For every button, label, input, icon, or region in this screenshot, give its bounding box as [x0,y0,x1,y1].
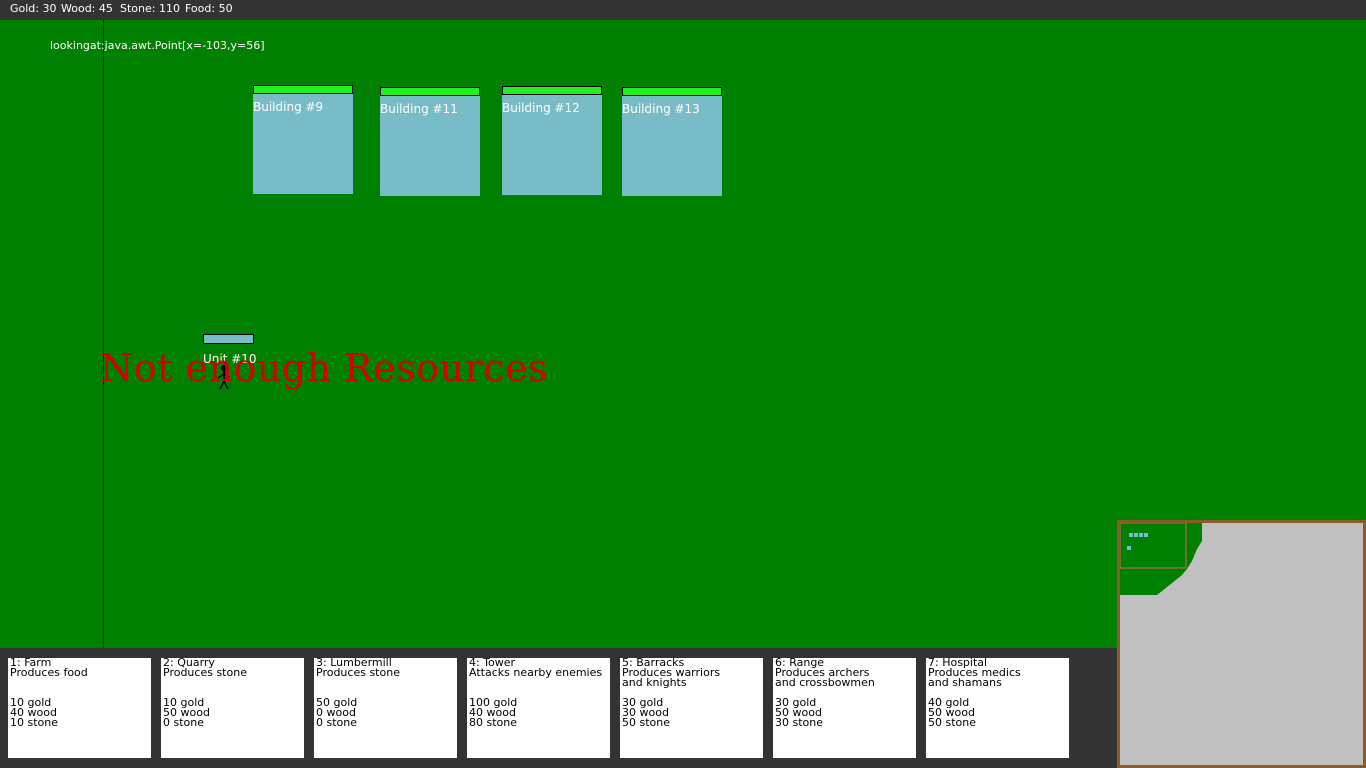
card-description-2: and knights [622,676,687,689]
building-health-bar [253,85,353,94]
building-health-bar [502,86,602,95]
card-stone-cost: 50 stone [622,716,671,729]
card-description: Produces stone [316,666,400,679]
resource-bar: Gold: 30 Wood: 45 Stone: 110 Food: 50 [0,0,1366,20]
build-card-farm[interactable]: 1: Farm Produces food 10 gold 40 wood 10… [8,657,151,758]
building-13[interactable]: Building #13 [622,87,722,196]
build-card-range[interactable]: 6: Range Produces archers and crossbowme… [773,657,916,758]
build-card-hospital[interactable]: 7: Hospital Produces medics and shamans … [926,657,1069,758]
card-stone-cost: 0 stone [316,716,358,729]
building-9[interactable]: Building #9 [253,85,353,194]
build-card-tower[interactable]: 4: Tower Attacks nearby enemies 100 gold… [467,657,610,758]
gold-counter: Gold: 30 [10,2,57,15]
wood-counter: Wood: 45 [61,2,113,15]
building-label: Building #12 [502,101,580,115]
card-stone-cost: 10 stone [10,716,59,729]
food-counter: Food: 50 [185,2,233,15]
not-enough-resources-message: Not enough Resources [100,346,549,390]
minimap-building-marker [1139,533,1143,537]
building-11[interactable]: Building #11 [380,87,480,196]
card-stone-cost: 80 stone [469,716,518,729]
card-description: Produces food [10,666,88,679]
minimap-terrain [1120,523,1202,595]
building-health-bar [380,87,480,96]
map-boundary-line [103,20,104,648]
minimap-building-marker [1144,533,1148,537]
minimap[interactable] [1117,520,1366,768]
card-stone-cost: 30 stone [775,716,824,729]
minimap-unit-marker [1127,546,1131,550]
minimap-building-marker [1134,533,1138,537]
unit-health-bar [203,334,254,344]
card-stone-cost: 50 stone [928,716,977,729]
building-health-bar [622,87,722,96]
build-card-lumbermill[interactable]: 3: Lumbermill Produces stone 50 gold 0 w… [314,657,457,758]
card-description: Produces stone [163,666,247,679]
card-description: Attacks nearby enemies [469,666,603,679]
build-card-barracks[interactable]: 5: Barracks Produces warriors and knight… [620,657,763,758]
card-stone-cost: 0 stone [163,716,205,729]
card-description-2: and crossbowmen [775,676,875,689]
stone-counter: Stone: 110 [120,2,180,15]
building-label: Building #11 [380,102,458,116]
debug-camera-readout: lookingat:java.awt.Point[x=-103,y=56] [50,39,265,52]
building-12[interactable]: Building #12 [502,86,602,195]
building-label: Building #13 [622,102,700,116]
card-description-2: and shamans [928,676,1002,689]
build-card-quarry[interactable]: 2: Quarry Produces stone 10 gold 50 wood… [161,657,304,758]
building-label: Building #9 [253,100,324,114]
minimap-building-marker [1129,533,1133,537]
